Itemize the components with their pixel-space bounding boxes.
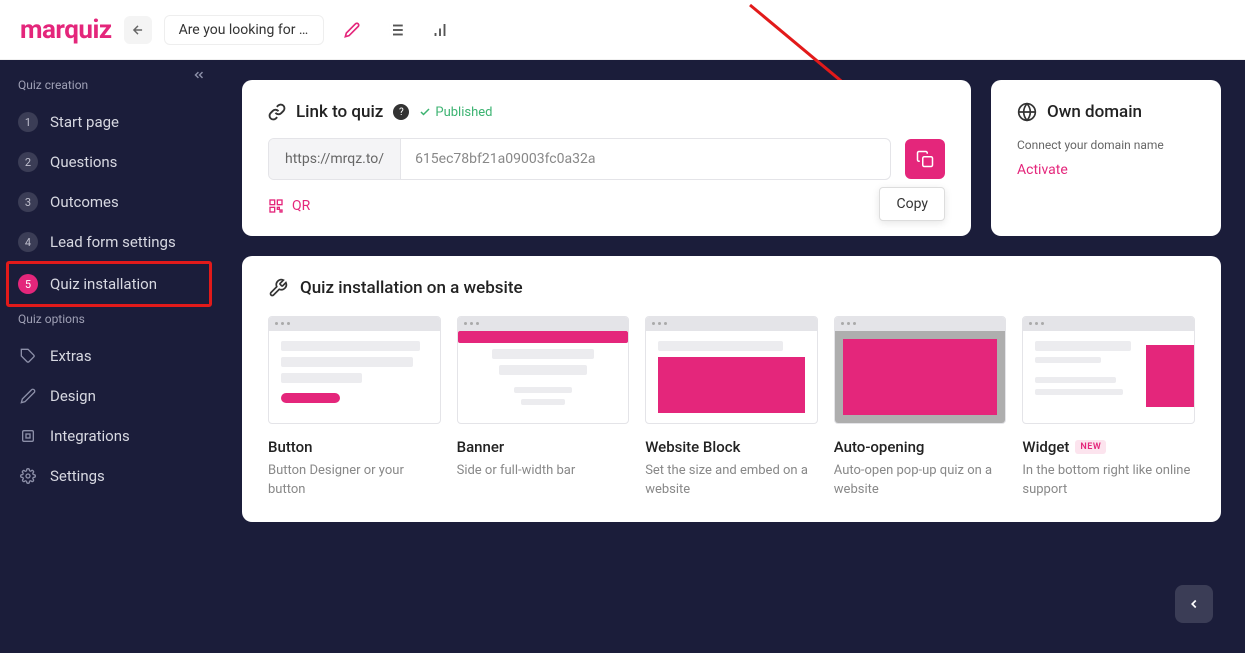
install-item-title: Website Block bbox=[645, 438, 818, 456]
thumb-auto-opening bbox=[834, 316, 1007, 424]
sidebar-label: Outcomes bbox=[50, 193, 119, 211]
install-item-title: Auto-opening bbox=[834, 438, 1007, 456]
tools-icon bbox=[268, 278, 288, 298]
sidebar-label: Start page bbox=[50, 113, 119, 131]
install-item-desc: Set the size and embed on a website bbox=[645, 462, 818, 500]
qr-icon bbox=[268, 198, 284, 214]
gear-icon bbox=[18, 466, 38, 486]
sidebar-item-quiz-installation[interactable]: 5 Quiz installation bbox=[7, 262, 211, 306]
list-icon bbox=[387, 21, 405, 39]
install-item-desc: Side or full-width bar bbox=[457, 462, 630, 481]
install-item-title: Banner bbox=[457, 438, 630, 456]
new-badge: NEW bbox=[1075, 440, 1106, 454]
thumb-banner bbox=[457, 316, 630, 424]
card-title: Quiz installation on a website bbox=[300, 278, 523, 298]
topbar: marquiz Are you looking for a p... bbox=[0, 0, 1245, 60]
own-domain-card: Own domain Connect your domain name Acti… bbox=[991, 80, 1221, 236]
edit-button[interactable] bbox=[336, 14, 368, 46]
logo: marquiz bbox=[20, 15, 112, 45]
sidebar-label: Settings bbox=[50, 467, 105, 485]
plugin-icon bbox=[18, 426, 38, 446]
install-option-website-block[interactable]: Website Block Set the size and embed on … bbox=[645, 316, 818, 500]
chevron-double-left-icon bbox=[192, 68, 206, 82]
step-number: 5 bbox=[18, 274, 38, 294]
list-button[interactable] bbox=[380, 14, 412, 46]
quiz-title-display[interactable]: Are you looking for a p... bbox=[164, 15, 324, 45]
install-option-banner[interactable]: Banner Side or full-width bar bbox=[457, 316, 630, 500]
activate-link[interactable]: Activate bbox=[1017, 162, 1195, 178]
sidebar-item-integrations[interactable]: Integrations bbox=[0, 416, 218, 456]
install-item-title: Button bbox=[268, 438, 441, 456]
panel-collapse-button[interactable] bbox=[1175, 585, 1213, 623]
help-button[interactable]: ? bbox=[393, 104, 409, 120]
sidebar-label: Lead form settings bbox=[50, 233, 176, 251]
install-option-widget[interactable]: Widget NEW In the bottom right like onli… bbox=[1022, 316, 1195, 500]
arrow-left-icon bbox=[131, 23, 145, 37]
install-option-auto-opening[interactable]: Auto-opening Auto-open pop-up quiz on a … bbox=[834, 316, 1007, 500]
sidebar-label: Integrations bbox=[50, 427, 130, 445]
step-number: 3 bbox=[18, 192, 38, 212]
qr-link[interactable]: QR bbox=[268, 198, 945, 214]
sidebar-label: Design bbox=[50, 387, 96, 405]
install-item-desc: Auto-open pop-up quiz on a website bbox=[834, 462, 1007, 500]
check-icon bbox=[419, 106, 431, 118]
sidebar-item-lead-form[interactable]: 4 Lead form settings bbox=[0, 222, 218, 262]
sidebar-label: Quiz installation bbox=[50, 275, 157, 293]
copy-icon bbox=[916, 150, 934, 168]
sidebar-item-questions[interactable]: 2 Questions bbox=[0, 142, 218, 182]
sidebar: Quiz creation 1 Start page 2 Questions 3 Ou… bbox=[0, 60, 218, 653]
sidebar-item-design[interactable]: Design bbox=[0, 376, 218, 416]
link-icon bbox=[268, 103, 286, 121]
copy-tooltip: Copy bbox=[879, 187, 945, 221]
quiz-link-input[interactable]: https://mrqz.to/ 615ec78bf21a09003fc0a32… bbox=[268, 138, 891, 180]
link-to-quiz-card: Link to quiz ? Published https://mrqz.to… bbox=[242, 80, 971, 236]
sidebar-label: Questions bbox=[50, 153, 117, 171]
thumb-widget bbox=[1022, 316, 1195, 424]
back-button[interactable] bbox=[124, 16, 152, 44]
tag-icon bbox=[18, 346, 38, 366]
sidebar-item-outcomes[interactable]: 3 Outcomes bbox=[0, 182, 218, 222]
chevron-left-icon bbox=[1187, 597, 1201, 611]
sidebar-item-extras[interactable]: Extras bbox=[0, 336, 218, 376]
sidebar-section-options: Quiz options bbox=[0, 306, 218, 336]
quiz-installation-card: Quiz installation on a website Button bbox=[242, 256, 1221, 522]
sidebar-section-creation: Quiz creation bbox=[0, 72, 218, 102]
pencil-icon bbox=[344, 22, 360, 38]
thumb-website-block bbox=[645, 316, 818, 424]
install-item-desc: In the bottom right like online support bbox=[1022, 462, 1195, 500]
install-item-desc: Button Designer or your button bbox=[268, 462, 441, 500]
published-status: Published bbox=[419, 105, 492, 120]
install-option-button[interactable]: Button Button Designer or your button bbox=[268, 316, 441, 500]
bar-chart-icon bbox=[431, 21, 449, 39]
step-number: 1 bbox=[18, 112, 38, 132]
main-content: Link to quiz ? Published https://mrqz.to… bbox=[218, 60, 1245, 653]
sidebar-label: Extras bbox=[50, 347, 92, 365]
card-title: Own domain bbox=[1047, 102, 1142, 122]
link-prefix: https://mrqz.to/ bbox=[269, 139, 401, 179]
step-number: 2 bbox=[18, 152, 38, 172]
sidebar-collapse-button[interactable] bbox=[192, 68, 206, 82]
step-number: 4 bbox=[18, 232, 38, 252]
link-value: 615ec78bf21a09003fc0a32a bbox=[401, 139, 890, 179]
domain-subtitle: Connect your domain name bbox=[1017, 138, 1195, 152]
copy-button[interactable]: Copy bbox=[905, 139, 945, 179]
card-title: Link to quiz bbox=[296, 102, 383, 122]
install-item-title: Widget NEW bbox=[1022, 438, 1195, 456]
thumb-button bbox=[268, 316, 441, 424]
sidebar-item-settings[interactable]: Settings bbox=[0, 456, 218, 496]
globe-icon bbox=[1017, 102, 1037, 122]
stats-button[interactable] bbox=[424, 14, 456, 46]
brush-icon bbox=[18, 386, 38, 406]
sidebar-item-start-page[interactable]: 1 Start page bbox=[0, 102, 218, 142]
